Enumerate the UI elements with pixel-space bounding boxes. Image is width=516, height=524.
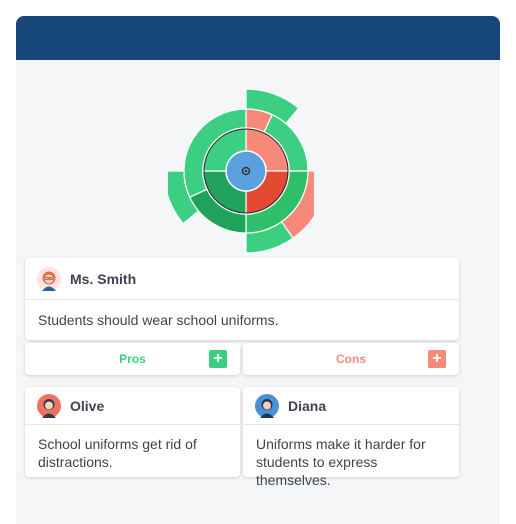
teacher-avatar-icon — [37, 266, 61, 291]
student-avatar-icon — [37, 393, 61, 418]
con-argument-card[interactable]: Diana Uniforms make it harder for studen… — [243, 387, 459, 488]
con-author-name: Diana — [288, 397, 327, 414]
pro-author-name: Olive — [70, 397, 105, 414]
thesis-card-header: Ms. Smith — [25, 258, 459, 300]
con-argument-header: Diana — [243, 387, 459, 425]
thesis-author-name: Ms. Smith — [70, 270, 137, 287]
pros-column-header: Pros + — [25, 343, 240, 375]
pro-argument-card[interactable]: Olive School uniforms get rid of distrac… — [25, 387, 240, 477]
panel-header — [16, 16, 500, 60]
pro-argument-text: School uniforms get rid of distractions. — [38, 436, 197, 470]
con-argument-text: Uniforms make it harder for students to … — [256, 436, 426, 488]
add-con-button[interactable]: + — [428, 350, 446, 368]
cons-column-header: Cons + — [243, 343, 459, 375]
pro-argument-header: Olive — [25, 387, 240, 425]
plus-icon: + — [213, 350, 223, 367]
cons-label: Cons — [336, 352, 366, 366]
plus-icon: + — [432, 350, 442, 367]
add-pro-button[interactable]: + — [209, 350, 227, 368]
student-avatar-icon — [255, 393, 279, 418]
argument-sunburst[interactable] — [168, 74, 314, 258]
thesis-text: Students should wear school uniforms. — [38, 312, 279, 328]
thesis-card[interactable]: Ms. Smith Students should wear school un… — [25, 258, 459, 340]
pros-label: Pros — [119, 352, 146, 366]
